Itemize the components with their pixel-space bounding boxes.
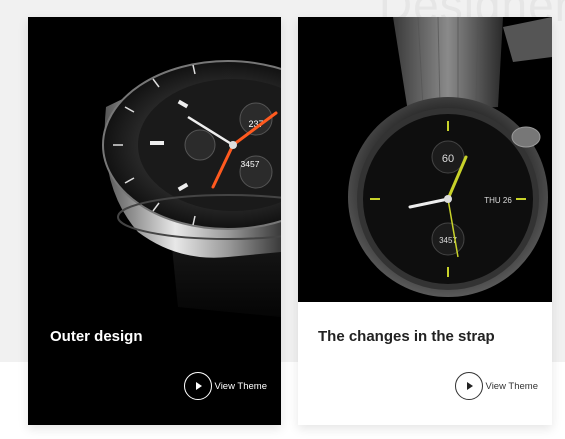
watch-date: THU 26 bbox=[484, 196, 512, 205]
card-title: The changes in the strap bbox=[318, 328, 495, 345]
view-theme-label: View Theme bbox=[214, 380, 267, 392]
view-theme-button[interactable]: View Theme bbox=[454, 371, 538, 401]
theme-card-outer-design[interactable]: 237 3457 Outer design View Theme bbox=[28, 17, 281, 425]
watch-digits-top: 60 bbox=[442, 153, 454, 165]
watch-photo-silver: 237 3457 bbox=[102, 60, 281, 317]
watch-digits-bottom: 3457 bbox=[241, 159, 260, 169]
card-title: Outer design bbox=[50, 328, 143, 345]
view-theme-label: View Theme bbox=[485, 380, 538, 392]
watch-photo-black: 60 3457 THU 26 bbox=[298, 17, 552, 302]
theme-card-strap[interactable]: 60 3457 THU 26 The changes in the strap … bbox=[298, 17, 552, 425]
view-theme-button[interactable]: View Theme bbox=[183, 371, 267, 401]
